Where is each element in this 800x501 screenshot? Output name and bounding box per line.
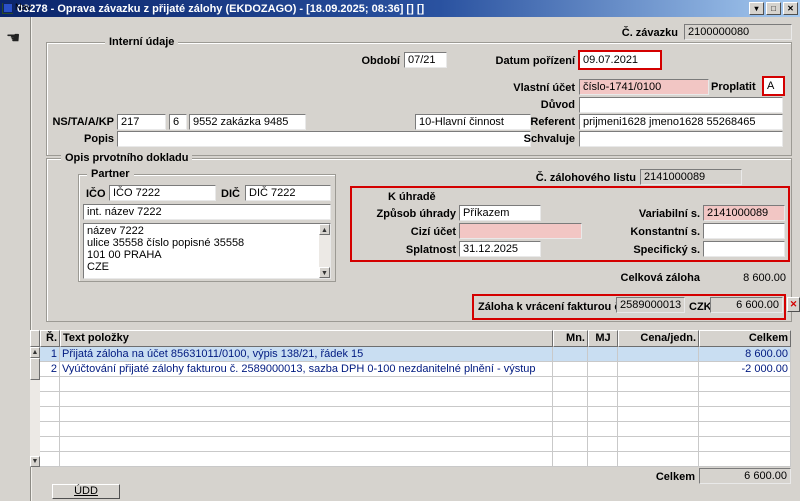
advance-refund-invoice-field[interactable]: 2589000013 [616,297,685,313]
internal-group-title: Interní údaje [105,36,179,49]
advance-refund-label: Záloha k vrácení fakturou č. [478,301,624,313]
dic-label: DIČ [221,188,240,200]
nav-label: Nav [15,2,32,12]
table-header-row: Ř. Text položky Mn. MJ Cena/jedn. Celkem [40,330,791,347]
due-date-field[interactable]: 31.12.2025 [459,241,541,257]
table-scrollbar-thumb[interactable] [30,358,40,380]
advance-list-number-label: Č. zálohového listu [535,172,636,184]
referent-field[interactable]: prijmeni1628 jmeno1628 55268465 [579,114,783,130]
period-label: Období [361,55,401,67]
table-scroll-up-icon[interactable]: ▲ [30,347,40,358]
acquisition-date-field[interactable]: 09.07.2021 [578,50,662,70]
address-line: 101 00 PRAHA [87,249,162,261]
variable-symbol-field[interactable]: 2141000089 [703,205,785,221]
reason-field[interactable] [579,97,783,113]
table-row[interactable] [40,377,791,392]
col-header-mn[interactable]: Mn. [553,330,588,347]
col-header-celkem[interactable]: Celkem [699,330,791,347]
specific-symbol-label: Specifický s. [633,244,700,256]
table-row[interactable] [40,437,791,452]
constant-symbol-field[interactable] [703,223,785,239]
liability-number-field[interactable]: 2100000080 [684,24,792,40]
acquisition-date-label: Datum pořízení [495,55,575,67]
grand-total-field: 6 600.00 [699,468,791,484]
ns-ta-a-kp-label: NS/TA/A/KP [52,116,114,128]
table-row[interactable]: 1 Přijatá záloha na účet 85631011/0100, … [40,347,791,362]
address-scroll-up-icon[interactable]: ▲ [319,224,330,235]
specific-symbol-field[interactable] [703,241,785,257]
table-gutter-header [30,330,40,347]
maximize-button[interactable]: □ [766,2,781,15]
partner-internal-name-field[interactable]: int. název 7222 [83,204,331,220]
address-line: název 7222 [87,225,144,237]
a-field[interactable]: 9552 zakázka 9485 [189,114,306,130]
ico-label: IČO [86,188,106,200]
foreign-account-field[interactable] [459,223,582,239]
variable-symbol-label: Variabilní s. [638,208,700,220]
app-window: { "window": { "title": "03278 - Oprava z… [0,0,800,501]
pay-flag-field[interactable]: A [762,76,785,96]
table-row[interactable] [40,392,791,407]
table-row[interactable] [40,407,791,422]
remove-refund-icon[interactable]: ✕ [787,297,800,312]
close-button[interactable]: ✕ [783,2,798,15]
partner-group-title: Partner [87,168,134,181]
sidebar: Nav ☚ [0,0,32,484]
due-date-label: Splatnost [405,244,456,256]
description-label: Popis [84,133,114,145]
col-header-r[interactable]: Ř. [40,330,60,347]
approver-field[interactable] [579,131,783,147]
address-scrollbar[interactable] [319,235,330,267]
address-line: ulice 35558 číslo popisné 35558 [87,237,245,249]
advance-refund-amount-field[interactable]: 6 600.00 [710,297,783,313]
dic-field[interactable]: DIČ 7222 [245,185,331,201]
table-row[interactable] [40,422,791,437]
col-header-cena[interactable]: Cena/jedn. [618,330,699,347]
source-doc-group-title: Opis prvotního dokladu [61,152,193,165]
partner-address-box[interactable]: název 7222 ulice 35558 číslo popisné 355… [83,223,331,279]
ta-field[interactable]: 6 [169,114,187,130]
col-header-mj[interactable]: MJ [588,330,618,347]
nav-icon[interactable] [3,3,13,13]
own-account-label: Vlastní účet [513,82,575,94]
payment-method-field[interactable]: Příkazem [459,205,541,221]
approver-label: Schvaluje [523,133,575,145]
udd-button-label: ÚDD [74,485,98,497]
window-title: 03278 - Oprava závazku z přijaté zálohy … [17,2,425,15]
advance-list-number-field[interactable]: 2141000089 [640,169,742,185]
address-line: CZE [87,261,109,273]
foreign-account-label: Cizí účet [410,226,456,238]
window-titlebar: 03278 - Oprava závazku z přijaté zálohy … [0,0,800,17]
ico-field[interactable]: IČO 7222 [109,185,216,201]
address-scroll-down-icon[interactable]: ▼ [319,267,330,278]
table-row[interactable] [40,452,791,467]
table-body: 1 Přijatá záloha na účet 85631011/0100, … [40,347,791,467]
minimize-button[interactable]: ▾ [749,2,764,15]
total-advance-value: 8 600.00 [743,272,786,284]
own-account-field[interactable]: číslo-1741/0100 [579,79,709,95]
grand-total-label: Celkem [655,471,695,483]
hand-tool-icon[interactable]: ☚ [6,28,20,48]
period-field[interactable]: 07/21 [404,52,447,68]
udd-button[interactable]: ÚDD [52,484,120,499]
payment-method-label: Způsob úhrady [376,208,456,220]
col-header-text[interactable]: Text položky [60,330,553,347]
currency-label: CZK [689,301,712,313]
table-scroll-down-icon[interactable]: ▼ [30,456,40,467]
ns-field[interactable]: 217 [117,114,166,130]
constant-symbol-label: Konstantní s. [630,226,700,238]
total-advance-label: Celková záloha [620,272,700,284]
liability-number-label: Č. závazku [621,27,678,39]
table-row[interactable]: 2 Vyúčtování přijaté zálohy fakturou č. … [40,362,791,377]
pay-flag-label: Proplatit [711,81,756,93]
referent-label: Referent [530,116,575,128]
payment-section-title: K úhradě [388,191,436,203]
reason-label: Důvod [540,99,575,111]
